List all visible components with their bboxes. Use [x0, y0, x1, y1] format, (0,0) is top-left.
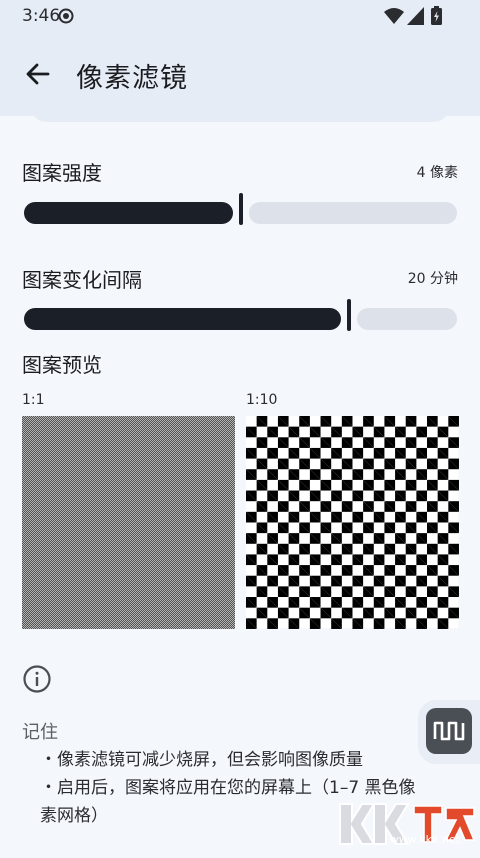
slider-thumb[interactable] — [239, 193, 243, 225]
pattern-strength-value: 4 像素 — [416, 165, 458, 181]
wifi-icon — [384, 8, 404, 24]
watermark-logo: www.kkx.net — [334, 794, 480, 854]
pattern-interval-slider[interactable] — [24, 297, 457, 331]
arrow-left-icon[interactable] — [22, 58, 54, 90]
floating-pattern-button[interactable] — [418, 700, 480, 764]
note-title: 记住 — [22, 722, 58, 743]
pattern-strength-slider[interactable] — [24, 191, 457, 225]
status-bar: 3:46 — [0, 0, 480, 34]
preview-caption-coarse: 1:10 — [246, 392, 278, 408]
signal-icon — [407, 7, 424, 25]
brightness-icon — [58, 8, 74, 24]
status-time: 3:46 — [22, 6, 61, 26]
pattern-preview-coarse — [246, 416, 459, 629]
slider-active-track — [24, 308, 341, 330]
pattern-interval-value: 20 分钟 — [407, 271, 458, 287]
info-icon — [23, 665, 51, 693]
pattern-wave-icon — [433, 721, 465, 741]
watermark-url: www.kkx.net — [389, 833, 460, 846]
slider-inactive-track — [357, 308, 457, 330]
battery-icon — [431, 6, 442, 25]
slider-inactive-track — [249, 202, 457, 224]
pattern-preview-label: 图案预览 — [22, 353, 102, 377]
pattern-interval-label: 图案变化间隔 — [22, 268, 142, 292]
pattern-strength-label: 图案强度 — [22, 161, 102, 185]
slider-thumb[interactable] — [347, 299, 351, 331]
preview-caption-fine: 1:1 — [22, 392, 45, 408]
pattern-preview-fine — [22, 416, 235, 629]
scrolled-card-edge — [32, 106, 448, 122]
page-title: 像素滤镜 — [76, 63, 188, 94]
slider-active-track — [24, 202, 233, 224]
floating-button-face[interactable] — [426, 708, 472, 754]
list-item: ・像素滤镜可减少烧屏，但会影响图像质量 — [40, 750, 363, 770]
